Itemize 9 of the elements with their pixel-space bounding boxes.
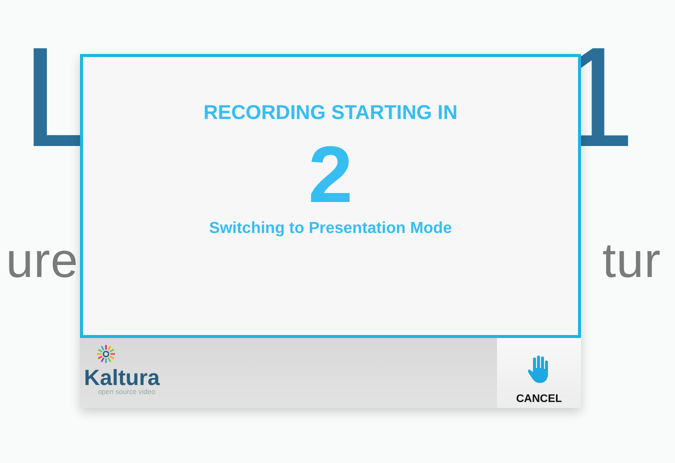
slide-subtitle: ure [6, 237, 78, 286]
cancel-button[interactable]: CANCEL [497, 338, 581, 408]
countdown-number: 2 [308, 135, 353, 215]
hand-icon [528, 355, 550, 383]
sunburst-icon [96, 344, 116, 364]
status-message: Switching to Presentation Mode [209, 220, 452, 238]
slide-subtitle: tur [602, 237, 661, 286]
dialog-heading: RECORDING STARTING IN [203, 102, 458, 125]
logo-name: Kaltura [84, 367, 160, 389]
